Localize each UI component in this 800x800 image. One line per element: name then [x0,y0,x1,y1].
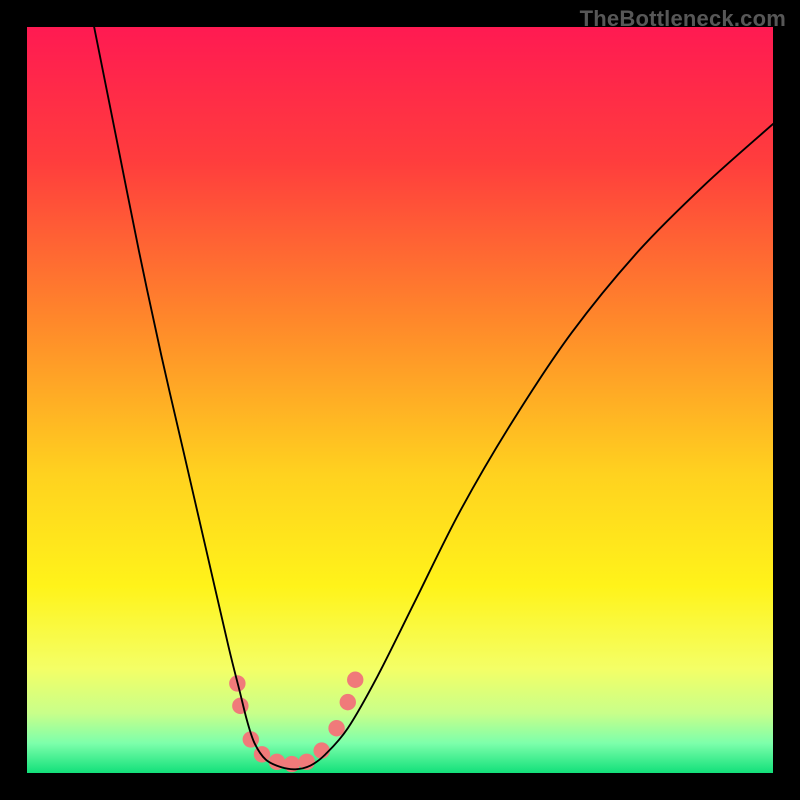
gradient-background [27,27,773,773]
curve-marker [232,698,248,714]
bottleneck-chart [27,27,773,773]
curve-marker [340,694,356,710]
curve-marker [328,720,344,736]
chart-frame: TheBottleneck.com [0,0,800,800]
curve-marker [313,742,329,758]
curve-marker [347,672,363,688]
